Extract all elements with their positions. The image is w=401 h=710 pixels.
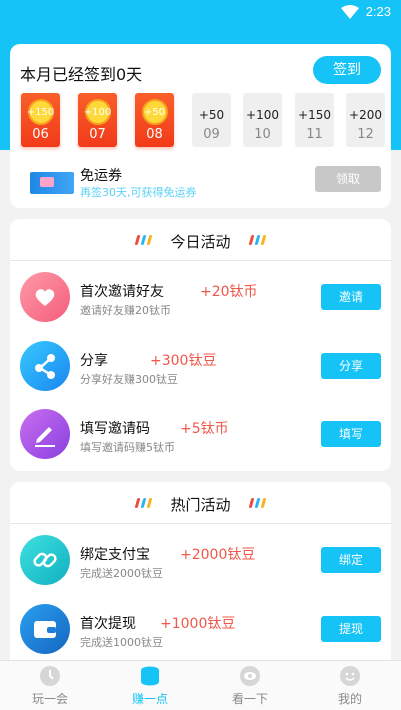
activity-item: 首次邀请好友 +20钛币 邀请好友赚20钛币 邀请 (10, 264, 391, 330)
eye-icon (240, 666, 260, 686)
activity-name: 首次邀请好友 (80, 284, 164, 300)
activity-reward: +5钛币 (180, 421, 229, 437)
coins-icon (141, 666, 159, 686)
activity-reward: +20钛币 (200, 284, 258, 300)
day-amount: +100 (83, 107, 112, 118)
day-amount: +150 (298, 108, 331, 122)
sign-in-days: +150 06 +100 07 +50 08 +50 09 +100 10 +1… (21, 93, 385, 149)
title-decoration-icon (248, 233, 268, 247)
sign-in-button[interactable]: 签到 (313, 56, 381, 84)
day-06[interactable]: +150 06 (21, 93, 60, 147)
day-amount: +200 (349, 108, 382, 122)
day-number: 06 (32, 127, 49, 142)
day-number: 11 (306, 127, 323, 142)
activity-item: 首次提现 +1000钛豆 完成送1000钛豆 提现 (10, 596, 391, 662)
activity-name: 填写邀请码 (80, 421, 150, 437)
activity-name: 分享 (80, 353, 108, 369)
title-decoration-icon (248, 496, 268, 510)
day-amount: +150 (26, 107, 55, 118)
voucher-subtitle: 再签30天,可获得免运券 (80, 186, 197, 199)
day-07[interactable]: +100 07 (78, 93, 117, 147)
status-bar: 2:23 (0, 0, 401, 26)
fill-code-button[interactable]: 填写 (321, 421, 381, 447)
share-icon (20, 341, 70, 391)
tab-label: 我的 (337, 692, 362, 706)
invite-button[interactable]: 邀请 (321, 284, 381, 310)
day-amount: +50 (198, 108, 225, 122)
tab-label: 看一下 (231, 692, 268, 706)
wallet-icon (20, 604, 70, 654)
wifi-icon (341, 5, 359, 19)
clock-icon (40, 666, 60, 686)
activity-desc: 填写邀请码赚5钛币 (80, 441, 175, 454)
activity-desc: 分享好友赚300钛豆 (80, 373, 178, 386)
activity-reward: +2000钛豆 (180, 547, 256, 563)
activity-name: 绑定支付宝 (80, 547, 150, 563)
today-activities-header: 今日活动 (10, 219, 391, 261)
day-09[interactable]: +50 09 (192, 93, 231, 147)
day-12[interactable]: +200 12 (346, 93, 385, 147)
day-number: 07 (89, 127, 106, 142)
activity-desc: 完成送1000钛豆 (80, 636, 163, 649)
day-amount: +100 (246, 108, 279, 122)
day-amount: +50 (143, 107, 166, 118)
hot-activities-card: 热门活动 绑定支付宝 +2000钛豆 完成送2000钛豆 绑定 首次提现 +10… (10, 482, 391, 672)
sign-in-card: 本月已经签到0天 签到 +150 06 +100 07 +50 08 +50 0… (10, 44, 391, 208)
activity-item: 填写邀请码 +5钛币 填写邀请码赚5钛币 填写 (10, 401, 391, 467)
tab-play[interactable]: 玩一会 (0, 661, 100, 710)
tab-watch[interactable]: 看一下 (200, 661, 300, 710)
smile-icon (340, 666, 360, 686)
activity-reward: +300钛豆 (150, 353, 217, 369)
claim-voucher-button[interactable]: 领取 (315, 166, 381, 192)
activity-item: 绑定支付宝 +2000钛豆 完成送2000钛豆 绑定 (10, 527, 391, 593)
activity-item: 分享 +300钛豆 分享好友赚300钛豆 分享 (10, 333, 391, 399)
today-activities-card: 今日活动 首次邀请好友 +20钛币 邀请好友赚20钛币 邀请 分享 +300钛豆… (10, 219, 391, 471)
voucher-icon (30, 172, 74, 194)
withdraw-button[interactable]: 提现 (321, 616, 381, 642)
sign-in-title: 本月已经签到0天 (20, 65, 143, 84)
day-number: 09 (203, 127, 220, 142)
bottom-tab-bar: 玩一会 赚一点 看一下 我的 (0, 660, 401, 710)
day-11[interactable]: +150 11 (295, 93, 334, 147)
activity-desc: 邀请好友赚20钛币 (80, 304, 171, 317)
activity-desc: 完成送2000钛豆 (80, 567, 163, 580)
day-10[interactable]: +100 10 (243, 93, 282, 147)
activity-name: 首次提现 (80, 616, 136, 632)
tab-mine[interactable]: 我的 (300, 661, 400, 710)
share-button[interactable]: 分享 (321, 353, 381, 379)
tab-label: 赚一点 (131, 692, 168, 706)
heart-icon (20, 272, 70, 322)
pen-icon (20, 409, 70, 459)
tab-label: 玩一会 (31, 692, 68, 706)
day-08[interactable]: +50 08 (135, 93, 174, 147)
status-time: 2:23 (365, 4, 391, 19)
hot-activities-title: 热门活动 (170, 496, 231, 514)
hot-activities-header: 热门活动 (10, 482, 391, 524)
voucher-name: 免运券 (80, 168, 122, 184)
day-number: 08 (146, 127, 163, 142)
day-number: 12 (357, 127, 374, 142)
activity-reward: +1000钛豆 (160, 616, 236, 632)
today-activities-title: 今日活动 (170, 233, 231, 251)
day-number: 10 (254, 127, 271, 142)
bind-alipay-button[interactable]: 绑定 (321, 547, 381, 573)
tab-earn[interactable]: 赚一点 (100, 661, 200, 710)
link-icon (20, 535, 70, 585)
